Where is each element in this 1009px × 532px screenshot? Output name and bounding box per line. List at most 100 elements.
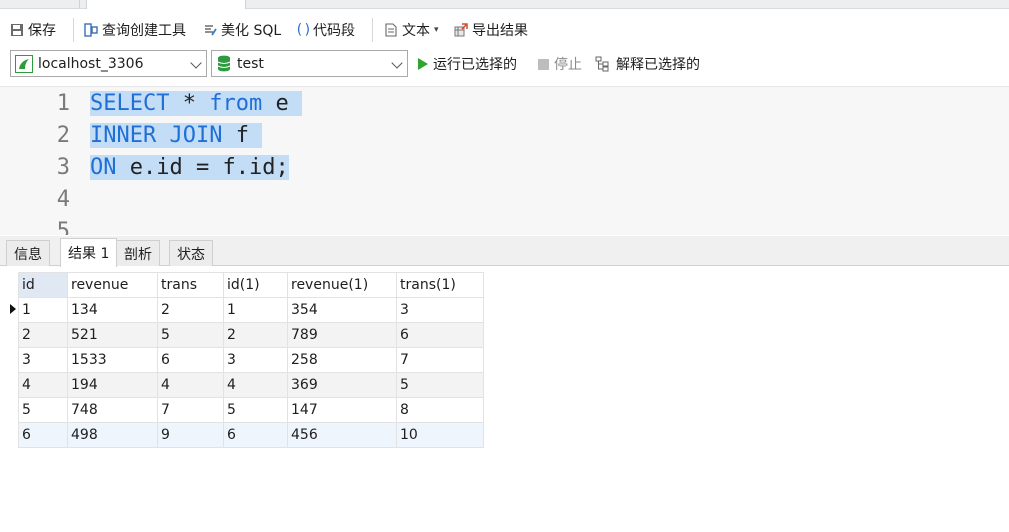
chevron-down-icon[interactable]: ▾ xyxy=(434,25,439,35)
toolbar-divider xyxy=(73,18,74,42)
table-cell[interactable]: 194 xyxy=(67,372,158,398)
table-cell[interactable]: 6 xyxy=(18,422,68,448)
stop-label: 停止 xyxy=(554,57,582,73)
query-tab-previous[interactable] xyxy=(0,0,80,9)
grid-header-row: id revenue trans id(1) revenue(1) trans(… xyxy=(18,272,484,298)
export-icon xyxy=(454,23,468,37)
table-cell[interactable]: 354 xyxy=(287,297,397,323)
table-cell[interactable]: 6 xyxy=(396,322,484,348)
table-cell[interactable]: 2 xyxy=(157,297,224,323)
chevron-down-icon xyxy=(391,57,403,69)
code-line[interactable]: ON e.id = f.id; xyxy=(90,152,289,184)
table-cell[interactable]: 4 xyxy=(18,372,68,398)
table-row[interactable]: 3 1533 6 3 258 7 xyxy=(18,347,484,373)
sql-text: * xyxy=(169,91,210,116)
database-value: test xyxy=(237,55,264,72)
table-cell[interactable]: 3 xyxy=(396,297,484,323)
table-cell[interactable]: 5 xyxy=(18,397,68,423)
table-cell[interactable]: 498 xyxy=(67,422,158,448)
line-number: 4 xyxy=(56,187,70,212)
code-snippet-button[interactable]: () 代码段 xyxy=(295,20,355,40)
table-cell[interactable]: 748 xyxy=(67,397,158,423)
tab-info[interactable]: 信息 xyxy=(6,240,50,266)
table-cell[interactable]: 1 xyxy=(18,297,68,323)
column-header[interactable]: trans xyxy=(157,272,224,298)
table-cell[interactable]: 258 xyxy=(287,347,397,373)
server-select[interactable]: localhost_3306 xyxy=(10,50,207,77)
column-header[interactable]: id(1) xyxy=(223,272,288,298)
sql-editor[interactable]: 1 2 3 4 5 SELECT * from e INNER JOIN f O… xyxy=(0,86,1009,235)
table-cell[interactable]: 9 xyxy=(157,422,224,448)
sql-text: f xyxy=(222,123,249,148)
tab-result-1[interactable]: 结果 1 xyxy=(60,238,118,267)
table-cell[interactable]: 6 xyxy=(223,422,288,448)
beautify-sql-label: 美化 SQL xyxy=(221,23,282,39)
table-cell[interactable]: 134 xyxy=(67,297,158,323)
server-icon xyxy=(15,54,33,73)
table-cell[interactable]: 456 xyxy=(287,422,397,448)
table-row[interactable]: 6 498 9 6 456 10 xyxy=(18,422,484,448)
table-row[interactable]: 1 134 2 1 354 3 xyxy=(18,297,484,323)
run-selected-label: 运行已选择的 xyxy=(433,57,517,73)
sql-text: e xyxy=(262,91,289,116)
table-cell[interactable]: 2 xyxy=(223,322,288,348)
database-select[interactable]: test xyxy=(211,50,408,77)
table-cell[interactable]: 369 xyxy=(287,372,397,398)
query-builder-button[interactable]: 查询创建工具 xyxy=(84,20,186,40)
save-button[interactable]: 保存 xyxy=(10,20,56,40)
table-cell[interactable]: 147 xyxy=(287,397,397,423)
table-cell[interactable]: 1533 xyxy=(67,347,158,373)
column-header[interactable]: trans(1) xyxy=(396,272,484,298)
code-line[interactable]: SELECT * from e xyxy=(90,88,302,120)
explain-selected-label: 解释已选择的 xyxy=(616,57,700,73)
code-snippet-icon: () xyxy=(295,22,312,38)
table-cell[interactable]: 3 xyxy=(18,347,68,373)
connection-bar: localhost_3306 test 运行已选择的 停止 解释已选择的 xyxy=(0,48,1009,80)
query-tab-active[interactable] xyxy=(86,0,246,9)
code-line[interactable]: INNER JOIN f xyxy=(90,120,263,152)
stop-button[interactable]: 停止 xyxy=(538,54,582,74)
sql-text: e.id = f.id; xyxy=(116,155,289,180)
table-cell[interactable]: 7 xyxy=(157,397,224,423)
table-cell[interactable]: 7 xyxy=(396,347,484,373)
export-result-button[interactable]: 导出结果 xyxy=(454,20,528,40)
table-cell[interactable]: 6 xyxy=(157,347,224,373)
sql-keyword: from xyxy=(209,91,263,116)
table-row[interactable]: 5 748 7 5 147 8 xyxy=(18,397,484,423)
text-button[interactable]: 文本 ▾ xyxy=(384,20,439,40)
toolbar-divider xyxy=(372,18,373,42)
explain-icon xyxy=(595,56,611,72)
line-number: 2 xyxy=(56,123,70,148)
table-cell[interactable]: 10 xyxy=(396,422,484,448)
tab-status[interactable]: 状态 xyxy=(169,240,213,266)
column-header[interactable]: revenue xyxy=(67,272,158,298)
result-tab-bar: 信息 结果 1 剖析 状态 xyxy=(0,236,1009,267)
table-cell[interactable]: 1 xyxy=(223,297,288,323)
beautify-sql-button[interactable]: 美化 SQL xyxy=(203,20,281,40)
result-grid: id revenue trans id(1) revenue(1) trans(… xyxy=(18,272,484,448)
table-cell[interactable]: 4 xyxy=(157,372,224,398)
table-row[interactable]: 4 194 4 4 369 5 xyxy=(18,372,484,398)
server-value: localhost_3306 xyxy=(38,55,144,72)
table-cell[interactable]: 5 xyxy=(396,372,484,398)
table-row[interactable]: 2 521 5 2 789 6 xyxy=(18,322,484,348)
line-number: 3 xyxy=(56,155,70,180)
run-selected-button[interactable]: 运行已选择的 xyxy=(418,54,517,74)
explain-selected-button[interactable]: 解释已选择的 xyxy=(595,54,700,74)
stop-icon xyxy=(538,58,549,70)
run-icon xyxy=(418,58,428,70)
sql-keyword: INNER JOIN xyxy=(90,123,223,148)
table-cell[interactable]: 5 xyxy=(157,322,224,348)
table-cell[interactable]: 4 xyxy=(223,372,288,398)
tab-profile[interactable]: 剖析 xyxy=(116,240,160,266)
table-cell[interactable]: 789 xyxy=(287,322,397,348)
column-header[interactable]: revenue(1) xyxy=(287,272,397,298)
table-cell[interactable]: 2 xyxy=(18,322,68,348)
query-builder-icon xyxy=(84,23,98,37)
line-number: 5 xyxy=(56,219,70,235)
table-cell[interactable]: 521 xyxy=(67,322,158,348)
table-cell[interactable]: 8 xyxy=(396,397,484,423)
table-cell[interactable]: 3 xyxy=(223,347,288,373)
column-header[interactable]: id xyxy=(18,272,68,298)
table-cell[interactable]: 5 xyxy=(223,397,288,423)
